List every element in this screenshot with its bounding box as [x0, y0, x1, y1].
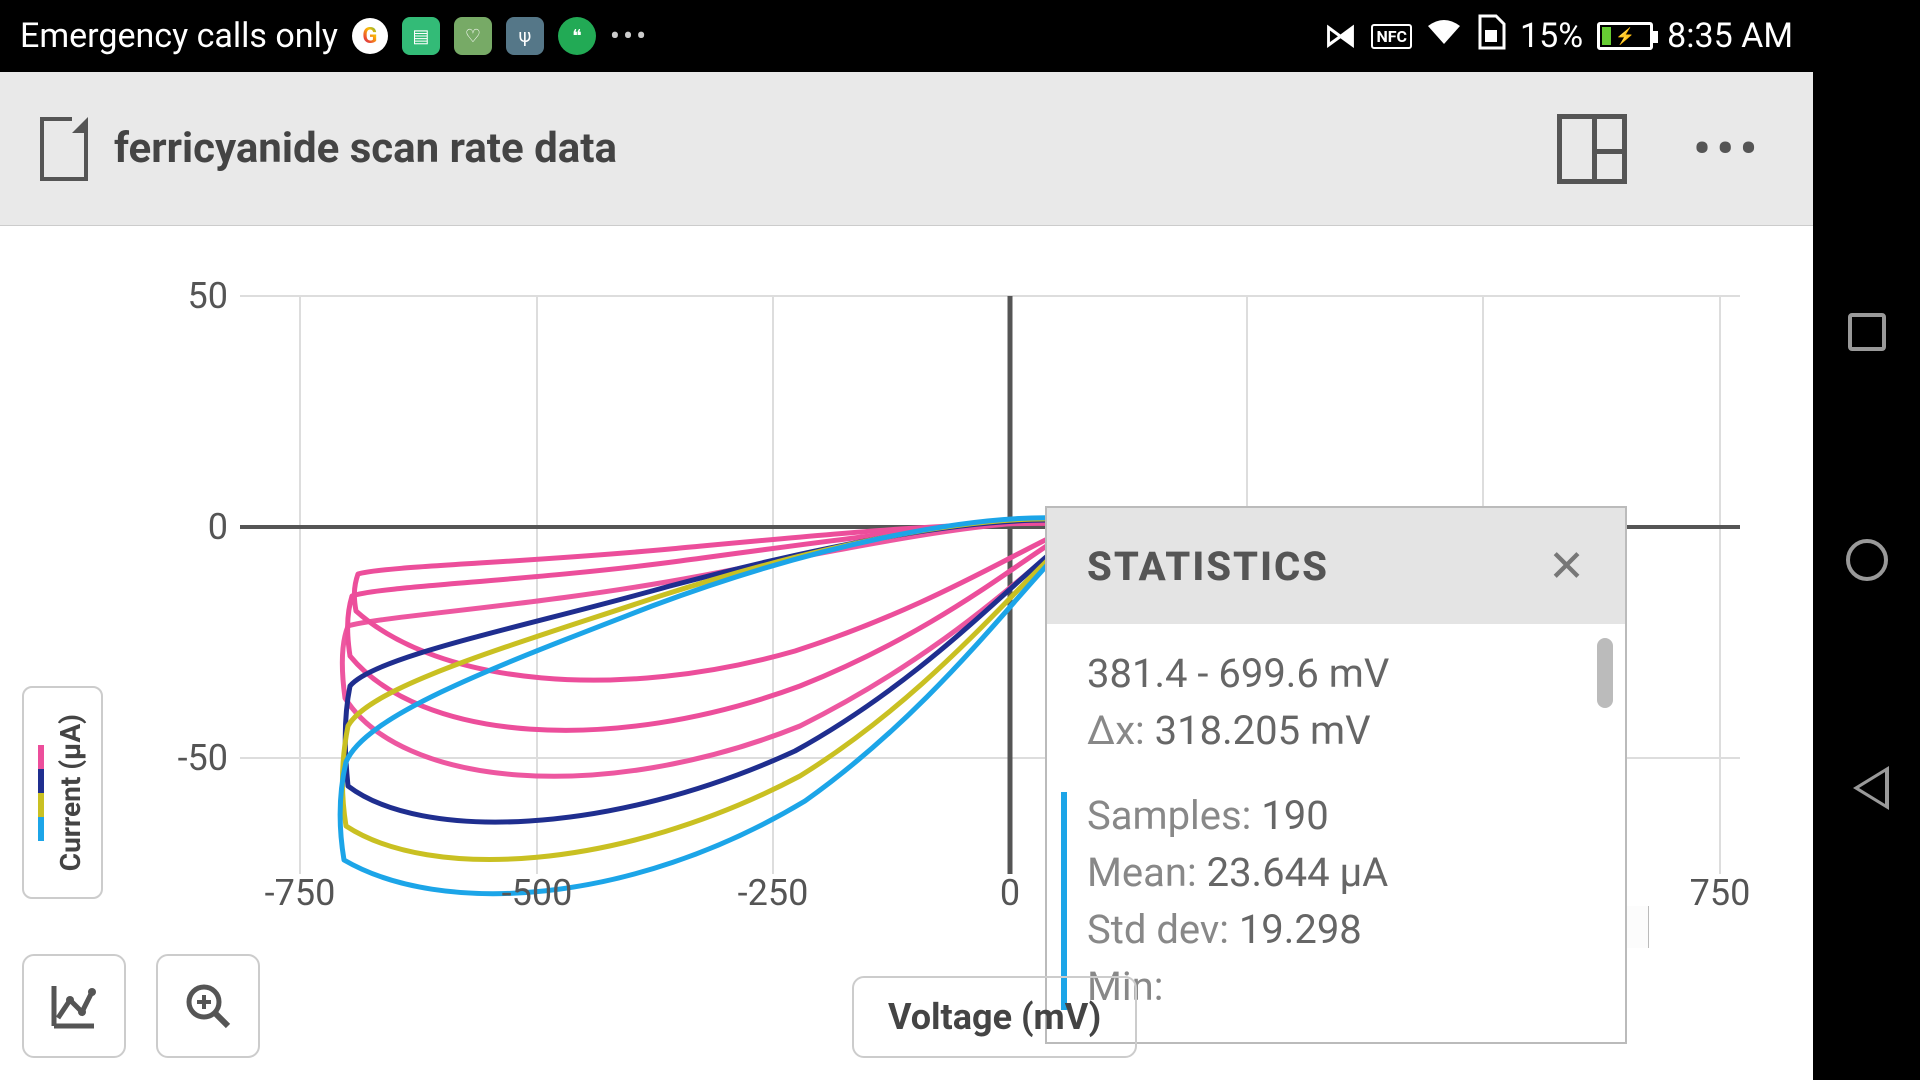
page-title: ferricyanide scan rate data [114, 124, 617, 173]
stats-dx-value: 318.205 mV [1155, 707, 1371, 754]
recent-apps-button[interactable] [1843, 308, 1891, 356]
x-tick: -250 [738, 872, 809, 914]
stats-mean-value: 23.644 µA [1207, 849, 1389, 896]
scrollbar-thumb[interactable] [1597, 638, 1613, 708]
layout-toggle-button[interactable] [1557, 114, 1627, 184]
x-axis-label[interactable]: Voltage (mV) [852, 976, 1137, 1058]
x-tick: -500 [502, 872, 573, 914]
sd-card-icon [1476, 14, 1506, 59]
stats-range: 381.4 - 699.6 mV [1087, 650, 1389, 697]
health-icon: ♡ [454, 17, 492, 55]
app-notif-icon: ▤ [402, 17, 440, 55]
statistics-title: STATISTICS [1087, 543, 1329, 590]
usb-icon: ψ [506, 17, 544, 55]
android-status-bar: Emergency calls only G ▤ ♡ ψ ❝ ••• ⧒ NFC… [0, 0, 1813, 72]
more-notifs-icon: ••• [610, 19, 649, 54]
google-icon: G [352, 18, 388, 54]
clock: 8:35 AM [1667, 16, 1793, 56]
stats-std-label: Std dev: [1087, 906, 1229, 953]
y-tick: -50 [178, 737, 228, 779]
carrier-text: Emergency calls only [20, 16, 338, 56]
battery-pct: 15% [1520, 16, 1583, 56]
close-icon[interactable]: ✕ [1548, 540, 1585, 592]
file-icon[interactable] [40, 117, 88, 181]
nfc-icon: NFC [1371, 24, 1412, 49]
home-button[interactable] [1843, 536, 1891, 584]
chart-type-button[interactable] [22, 954, 126, 1058]
legend-swatch [38, 745, 44, 841]
hangouts-icon: ❝ [558, 17, 596, 55]
stats-samples-value: 190 [1261, 792, 1328, 839]
more-menu-button[interactable]: ••• [1693, 120, 1763, 177]
y-axis-label[interactable]: Current (µA) [22, 686, 103, 899]
android-nav-bar [1813, 0, 1920, 1080]
x-tick: -750 [265, 872, 336, 914]
battery-icon: ⚡ [1597, 22, 1653, 50]
stats-mean-label: Mean: [1087, 849, 1197, 896]
x-tick: 0 [1000, 872, 1020, 914]
wifi-icon [1426, 18, 1462, 54]
y-tick: 50 [188, 275, 228, 317]
statistics-panel[interactable]: STATISTICS ✕ 381.4 - 699.6 mV Δx: 318.20… [1045, 506, 1627, 1044]
y-tick: 0 [208, 506, 228, 548]
stats-dx-label: Δx: [1087, 707, 1145, 754]
stats-std-value: 19.298 [1239, 906, 1362, 953]
app-header: ferricyanide scan rate data ••• [0, 72, 1813, 226]
chart-area[interactable]: Current (µA) [0, 226, 1813, 1080]
zoom-button[interactable] [156, 954, 260, 1058]
x-tick: 750 [1690, 872, 1751, 914]
back-button[interactable] [1843, 764, 1891, 812]
bluetooth-icon: ⧒ [1323, 16, 1357, 56]
stats-samples-label: Samples: [1087, 792, 1251, 839]
